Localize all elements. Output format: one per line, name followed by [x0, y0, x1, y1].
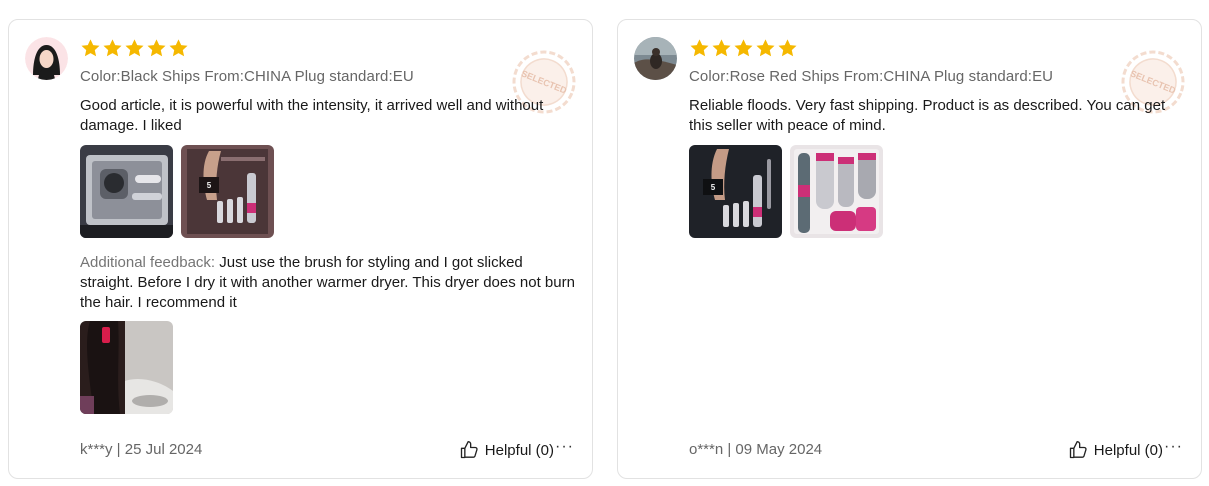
review-text: Reliable floods. Very fast shipping. Pro… — [689, 97, 1166, 134]
additional-feedback-label: Additional feedback: — [80, 254, 216, 271]
review-images: 5 — [689, 145, 883, 238]
star-icon — [689, 38, 710, 59]
star-icon — [755, 38, 776, 59]
review-image[interactable]: 5 — [181, 145, 274, 238]
rating-stars — [689, 38, 798, 60]
helpful-button[interactable]: Helpful (0) — [1068, 440, 1163, 460]
reviewer-avatar — [25, 37, 68, 80]
rating-stars — [80, 38, 189, 60]
reviewer-name-date: k***y | 25 Jul 2024 — [80, 441, 203, 458]
star-icon — [124, 38, 145, 59]
review-image[interactable]: 5 — [689, 145, 782, 238]
star-icon — [146, 38, 167, 59]
additional-feedback: Additional feedback: Just use the brush … — [80, 253, 580, 313]
review-image[interactable] — [80, 145, 173, 238]
sku-info: Color:Rose Red Ships From:CHINA Plug sta… — [689, 68, 1054, 85]
svg-text:5: 5 — [711, 183, 716, 192]
review-image[interactable] — [790, 145, 883, 238]
review-text: Good article, it is powerful with the in… — [80, 97, 544, 134]
review-card: SELECTED Color:Rose Red Ships From:CHINA… — [617, 19, 1202, 479]
helpful-label: Helpful (0) — [484, 441, 554, 459]
review-card: SELECTED Color:Black Ships From:CHINA Pl… — [8, 19, 593, 479]
thumbs-up-icon — [459, 440, 479, 460]
review-image[interactable] — [80, 321, 173, 414]
star-icon — [711, 38, 732, 59]
star-icon — [733, 38, 754, 59]
thumbs-up-icon — [1068, 440, 1088, 460]
more-options-button[interactable]: ··· — [555, 438, 574, 456]
helpful-button[interactable]: Helpful (0) — [459, 440, 554, 460]
reviewer-name-date: o***n | 09 May 2024 — [689, 441, 823, 458]
more-options-button[interactable]: ··· — [1164, 438, 1183, 456]
star-icon — [102, 38, 123, 59]
sku-info: Color:Black Ships From:CHINA Plug standa… — [80, 68, 414, 85]
star-icon — [80, 38, 101, 59]
reviewer-avatar — [634, 37, 677, 80]
additional-images — [80, 321, 173, 414]
helpful-label: Helpful (0) — [1093, 441, 1163, 459]
review-images: 5 — [80, 145, 274, 238]
star-icon — [168, 38, 189, 59]
star-icon — [777, 38, 798, 59]
svg-text:5: 5 — [207, 181, 212, 190]
